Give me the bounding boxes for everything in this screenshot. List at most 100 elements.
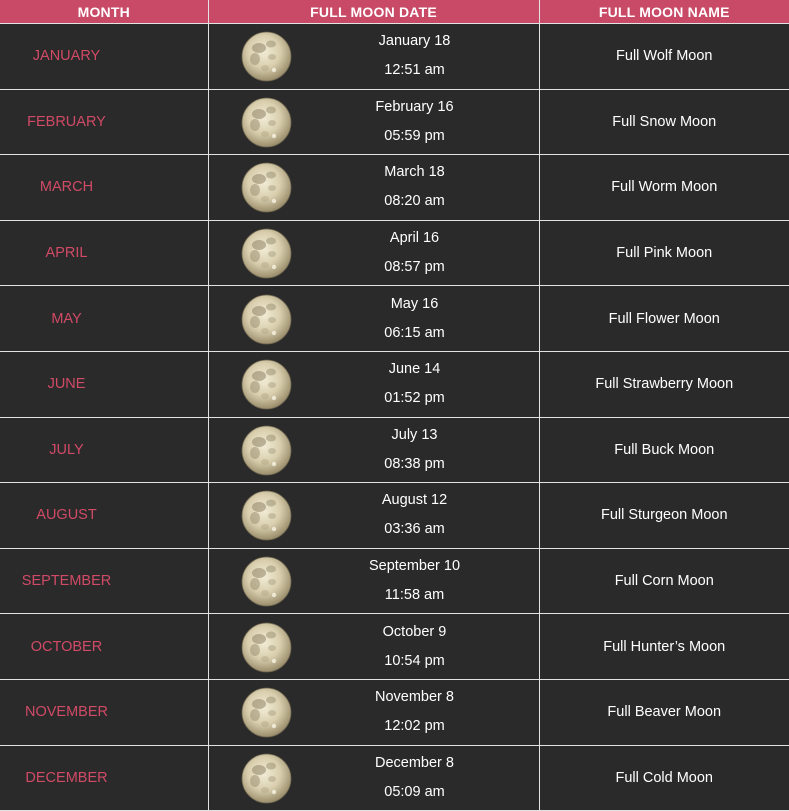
full-moon-date: June 14 <box>388 361 441 378</box>
month-label: APRIL <box>45 245 88 262</box>
moon-name-cell: Full Wolf Moon <box>538 23 789 90</box>
full-moon-icon <box>241 359 292 410</box>
date-cell: March 18 08:20 am <box>207 154 539 221</box>
moon-name-cell: Full Buck Moon <box>538 417 789 484</box>
moon-name-cell: Full Snow Moon <box>538 89 789 156</box>
moon-name: Full Cold Moon <box>615 769 713 786</box>
date-text: October 9 10:54 pm <box>291 614 539 679</box>
date-text: September 10 11:58 am <box>291 549 539 614</box>
full-moon-icon <box>241 490 292 541</box>
date-cell: January 18 12:51 am <box>207 23 539 90</box>
full-moon-icon <box>241 622 292 673</box>
moon-name-cell: Full Strawberry Moon <box>538 351 789 418</box>
full-moon-date: July 13 <box>391 426 438 443</box>
table-row: APRIL April 16 08:57 pm Full Pink Moon <box>0 220 789 287</box>
month-label: JULY <box>49 441 84 458</box>
date-text: March 18 08:20 am <box>291 155 539 220</box>
moon-name: Full Beaver Moon <box>607 704 722 721</box>
full-moon-date: February 16 <box>375 98 454 115</box>
full-moon-time: 08:20 am <box>384 193 445 210</box>
header-full-moon-name: FULL MOON NAME <box>538 0 789 24</box>
month-cell: NOVEMBER <box>0 679 208 746</box>
month-cell: JANUARY <box>0 23 208 90</box>
month-cell: OCTOBER <box>0 613 208 680</box>
month-cell: SEPTEMBER <box>0 548 208 615</box>
full-moon-icon <box>241 97 292 148</box>
moon-name-cell: Full Corn Moon <box>538 548 789 615</box>
month-cell: MARCH <box>0 154 208 221</box>
moon-name: Full Buck Moon <box>614 441 715 458</box>
date-text: January 18 12:51 am <box>291 24 539 89</box>
full-moon-icon <box>241 425 292 476</box>
full-moon-date: May 16 <box>390 295 439 312</box>
moon-name: Full Sturgeon Moon <box>600 507 728 524</box>
table-row: JANUARY January 18 12:51 am Full Wolf Mo… <box>0 23 789 90</box>
moon-name: Full Pink Moon <box>616 245 713 262</box>
full-moon-time: 03:36 am <box>384 521 445 538</box>
full-moon-icon <box>241 31 292 82</box>
month-label: JUNE <box>47 376 86 393</box>
full-moon-date: December 8 <box>375 754 454 771</box>
moon-name: Full Strawberry Moon <box>595 376 734 393</box>
table-body: JANUARY January 18 12:51 am Full Wolf Mo… <box>0 23 789 811</box>
month-label: FEBRUARY <box>27 113 106 130</box>
month-cell: AUGUST <box>0 482 208 549</box>
header-full-moon-date: FULL MOON DATE <box>207 0 539 24</box>
full-moon-icon <box>241 687 292 738</box>
month-label: DECEMBER <box>25 769 108 786</box>
full-moon-time: 08:57 pm <box>384 259 445 276</box>
full-moon-time: 05:59 pm <box>384 127 445 144</box>
date-cell: July 13 08:38 pm <box>207 417 539 484</box>
date-cell: August 12 03:36 am <box>207 482 539 549</box>
table-row: FEBRUARY February 16 05:59 pm Full Snow … <box>0 89 789 156</box>
moon-name: Full Worm Moon <box>611 179 718 196</box>
full-moon-icon <box>241 162 292 213</box>
month-label: SEPTEMBER <box>21 573 112 590</box>
full-moon-date: March 18 <box>384 164 445 181</box>
full-moon-time: 08:38 pm <box>384 455 445 472</box>
full-moon-date: April 16 <box>389 230 440 247</box>
date-cell: November 8 12:02 pm <box>207 679 539 746</box>
month-label: AUGUST <box>36 507 97 524</box>
date-text: February 16 05:59 pm <box>291 90 539 155</box>
date-text: August 12 03:36 am <box>291 483 539 548</box>
month-label: NOVEMBER <box>25 704 108 721</box>
moon-name-cell: Full Pink Moon <box>538 220 789 287</box>
month-label: MARCH <box>39 179 94 196</box>
full-moon-table: MONTH FULL MOON DATE FULL MOON NAME JANU… <box>0 0 789 811</box>
month-label: OCTOBER <box>30 638 103 655</box>
header-row: MONTH FULL MOON DATE FULL MOON NAME <box>0 0 789 24</box>
full-moon-time: 06:15 am <box>384 324 445 341</box>
month-cell: APRIL <box>0 220 208 287</box>
full-moon-time: 10:54 pm <box>384 652 445 669</box>
moon-name: Full Snow Moon <box>612 113 717 130</box>
full-moon-time: 11:58 am <box>384 587 445 604</box>
month-cell: MAY <box>0 285 208 352</box>
moon-name-cell: Full Beaver Moon <box>538 679 789 746</box>
moon-name: Full Hunter’s Moon <box>603 638 726 655</box>
date-cell: April 16 08:57 pm <box>207 220 539 287</box>
moon-name: Full Flower Moon <box>608 310 720 327</box>
date-cell: February 16 05:59 pm <box>207 89 539 156</box>
full-moon-date: October 9 <box>382 623 447 640</box>
moon-name-cell: Full Flower Moon <box>538 285 789 352</box>
table-row: MARCH March 18 08:20 am Full Worm Moon <box>0 154 789 221</box>
moon-name-cell: Full Hunter’s Moon <box>538 613 789 680</box>
date-text: May 16 06:15 am <box>291 286 539 351</box>
month-label: MAY <box>51 310 82 327</box>
table-row: OCTOBER October 9 10:54 pm Full Hunter’s… <box>0 613 789 680</box>
table-row: NOVEMBER November 8 12:02 pm Full Beaver… <box>0 679 789 746</box>
month-label: JANUARY <box>32 48 101 65</box>
table-row: SEPTEMBER September 10 11:58 am Full Cor… <box>0 548 789 615</box>
full-moon-icon <box>241 556 292 607</box>
full-moon-date: August 12 <box>381 492 448 509</box>
full-moon-icon <box>241 228 292 279</box>
table-row: AUGUST August 12 03:36 am Full Sturgeon … <box>0 482 789 549</box>
date-text: December 8 05:09 am <box>291 746 539 811</box>
full-moon-time: 12:02 pm <box>384 718 445 735</box>
moon-name: Full Corn Moon <box>614 573 714 590</box>
date-text: June 14 01:52 pm <box>291 352 539 417</box>
date-cell: June 14 01:52 pm <box>207 351 539 418</box>
moon-name-cell: Full Sturgeon Moon <box>538 482 789 549</box>
full-moon-icon <box>241 294 292 345</box>
